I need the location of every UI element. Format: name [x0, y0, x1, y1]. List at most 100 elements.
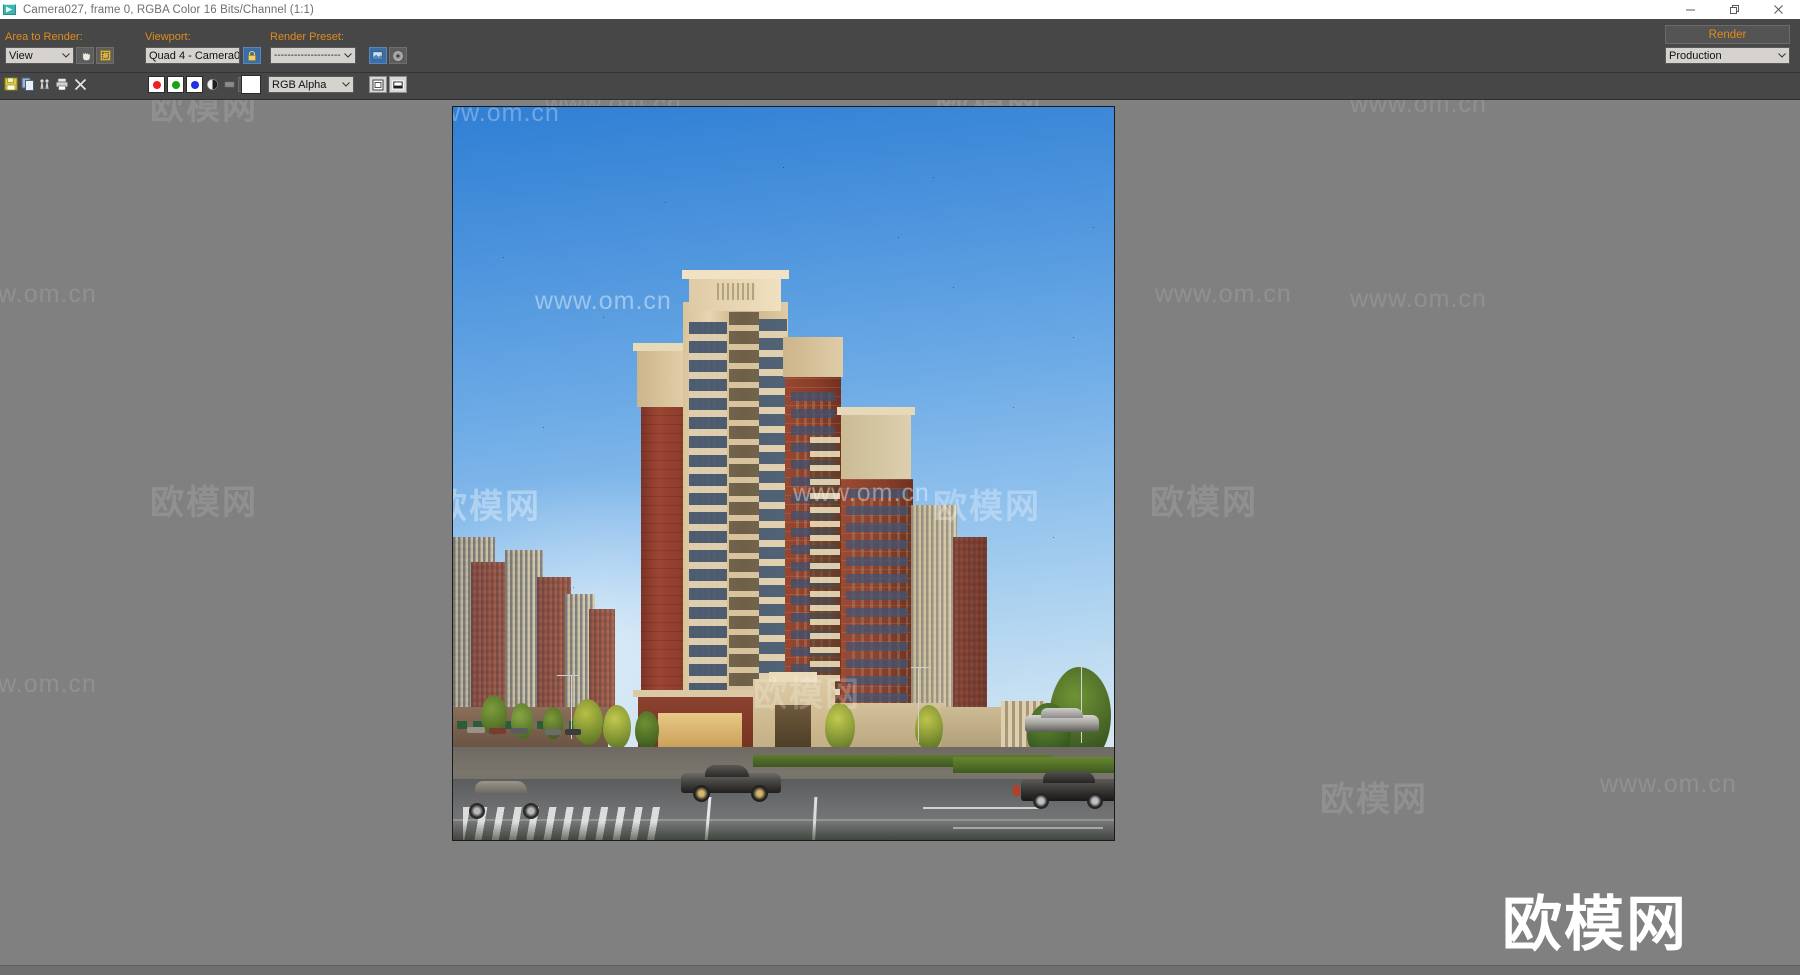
fire-hydrant	[1013, 785, 1020, 796]
podium-storefront-glow	[658, 713, 742, 751]
scene-bottom-shadow	[453, 822, 1114, 840]
watermark-url: www.om.cn	[1350, 100, 1487, 118]
watermark-url: www.om.cn	[0, 280, 97, 308]
area-to-render-value: View	[9, 49, 33, 62]
brand-logo: 欧模网	[1502, 891, 1688, 958]
render-frame-window: Camera027, frame 0, RGBA Color 16 Bits/C…	[0, 0, 1800, 975]
close-button[interactable]	[1756, 0, 1800, 19]
render-mode-select[interactable]: Production	[1665, 47, 1790, 64]
red-channel-dot	[152, 80, 161, 89]
watermark-url: www.om.cn	[1600, 770, 1737, 798]
distant-parked-car	[545, 729, 561, 735]
monochrome-icon	[224, 81, 235, 88]
car-right-sedan-wheel	[1033, 793, 1049, 809]
toggle-ui-overlay-icon	[372, 79, 384, 90]
print-bitmap-button[interactable]	[54, 76, 70, 92]
maximize-button[interactable]	[1712, 0, 1756, 19]
car-left-sedan-wheel	[523, 803, 539, 819]
green-lawn-right	[953, 757, 1114, 773]
clone-rendered-frame-button[interactable]	[37, 76, 53, 92]
color-swatch[interactable]	[241, 75, 261, 94]
area-to-render-select[interactable]: View	[5, 47, 74, 64]
render-button[interactable]: Render	[1665, 25, 1790, 44]
main-tower-right-crown	[783, 337, 843, 377]
viewport-select[interactable]: Quad 4 - Camera0	[145, 47, 240, 64]
render-watermark-cjk: 欧模网	[453, 488, 541, 526]
enable-blue-channel-button[interactable]	[186, 76, 203, 93]
watermark-cjk: 欧模网	[150, 484, 258, 522]
main-tower-central-windows	[689, 322, 727, 747]
secondary-tower-cornice	[837, 407, 915, 415]
area-to-render-label: Area to Render:	[5, 31, 83, 43]
render-setup-icon	[372, 50, 383, 60]
car-far-right-suv-cabin	[1041, 708, 1083, 718]
car-center-sports-cabin	[705, 765, 749, 777]
main-tower-top-cornice	[682, 270, 789, 279]
print-bitmap-icon	[55, 78, 69, 91]
render-scene: www.om.cn www.om.cn 欧模网 欧模网 www.om.cn 欧模…	[453, 107, 1114, 840]
car-center-sports-wheel	[751, 785, 768, 802]
road-lane-marking	[923, 807, 1043, 809]
channel-select-value: RGB Alpha	[272, 78, 327, 91]
main-tower-penthouse-louvre	[717, 283, 755, 300]
tree-street-2	[603, 705, 631, 749]
render-frame-toolbar: Area to Render: View Viewport: Quad 4 - …	[0, 19, 1800, 100]
tree-street-1	[573, 699, 603, 745]
viewport-label: Viewport:	[145, 31, 191, 43]
render-frame-icon	[3, 3, 16, 16]
copy-bitmap-icon	[21, 77, 34, 91]
pan-hand-button[interactable]	[76, 47, 94, 64]
chevron-down-icon	[1775, 53, 1789, 58]
minimize-button[interactable]	[1668, 0, 1712, 19]
distant-parked-car	[565, 729, 581, 735]
environment-settings-icon	[393, 50, 403, 61]
distant-parked-car	[467, 727, 485, 733]
render-watermark-cjk-3: 欧模网	[753, 676, 861, 714]
blue-channel-dot	[190, 80, 199, 89]
render-setup-button[interactable]	[369, 47, 387, 64]
secondary-tower-stone-top	[841, 412, 911, 482]
lock-viewport-icon	[248, 50, 256, 61]
copy-bitmap-button[interactable]	[20, 76, 36, 92]
podium-cornice	[633, 690, 759, 697]
distant-parked-car	[511, 728, 528, 734]
distant-parked-car	[489, 728, 506, 734]
render-watermark-url-mid: www.om.cn	[793, 479, 930, 507]
alpha-channel-icon	[207, 79, 218, 90]
rendered-image-canvas[interactable]: www.om.cn www.om.cn 欧模网 欧模网 www.om.cn ww…	[0, 100, 1800, 975]
street-lamp-left-arm	[557, 675, 579, 676]
duplicate-frame-window-button[interactable]	[389, 76, 407, 93]
main-tower-left-crown	[637, 347, 689, 407]
enable-green-channel-button[interactable]	[167, 76, 184, 93]
render-preset-label: Render Preset:	[270, 31, 344, 43]
watermark-cjk: 欧模网	[150, 100, 258, 127]
toolbar-row-image-controls: RGB Alpha	[0, 73, 1800, 100]
clear-bitmap-button[interactable]	[72, 76, 88, 92]
render-watermark-cjk-2: 欧模网	[933, 488, 1041, 526]
clone-rendered-frame-icon	[40, 79, 49, 90]
clear-bitmap-icon	[74, 78, 86, 90]
render-preset-select[interactable]: --------------------	[270, 47, 356, 64]
green-channel-dot	[171, 80, 180, 89]
car-right-sedan-cabin	[1043, 771, 1095, 783]
car-left-sedan-wheel	[469, 803, 485, 819]
chevron-down-icon	[341, 53, 355, 58]
monochrome-button[interactable]	[222, 76, 237, 93]
street-lamp-right	[918, 667, 919, 743]
car-left-sedan-cabin	[475, 781, 527, 793]
auto-region-selected-button[interactable]	[96, 47, 114, 64]
save-bitmap-button[interactable]	[3, 76, 19, 92]
car-center-sports-wheel	[693, 785, 710, 802]
display-alpha-channel-button[interactable]	[205, 76, 220, 93]
watermark-url: www.om.cn	[1155, 280, 1292, 308]
lock-viewport-button[interactable]	[243, 47, 261, 64]
chevron-down-icon	[339, 82, 353, 87]
rendered-bitmap[interactable]: www.om.cn www.om.cn 欧模网 欧模网 www.om.cn 欧模…	[452, 106, 1115, 841]
window-title: Camera027, frame 0, RGBA Color 16 Bits/C…	[23, 3, 314, 16]
environment-settings-button[interactable]	[389, 47, 407, 64]
save-bitmap-icon	[4, 77, 18, 91]
toggle-ui-overlay-button[interactable]	[369, 76, 387, 93]
enable-red-channel-button[interactable]	[148, 76, 165, 93]
channel-select[interactable]: RGB Alpha	[268, 76, 354, 93]
watermark-cjk: 欧模网	[1320, 781, 1428, 819]
